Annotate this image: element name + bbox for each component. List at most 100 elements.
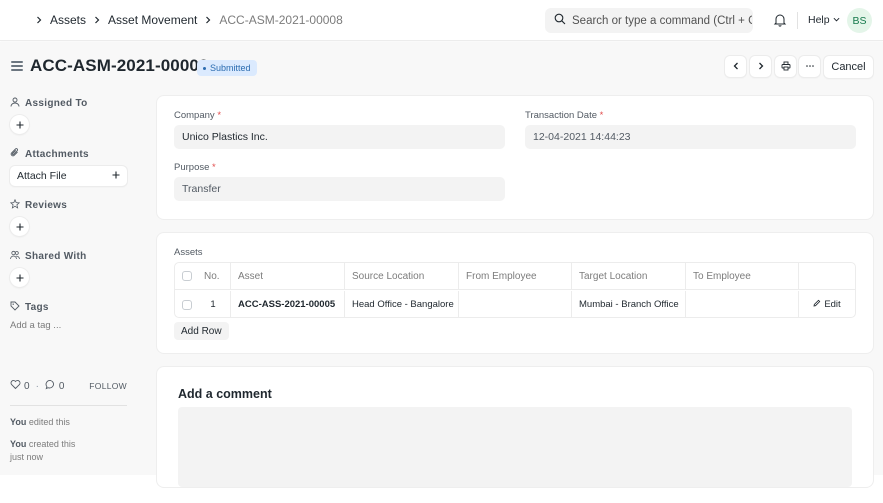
doc-stats: 0 · 0 FOLLOW <box>10 379 127 393</box>
chevron-right-icon <box>756 59 766 74</box>
next-doc-button[interactable] <box>750 56 771 77</box>
comments-count: 0 <box>58 380 65 392</box>
page-header: ACC-ASM-2021-00008 Submitted Cancel <box>0 42 883 92</box>
details-section: Company * Unico Plastics Inc. Transactio… <box>157 96 873 219</box>
asset-cell[interactable]: ACC-ASS-2021-00005 <box>231 291 345 317</box>
stats-separator: · <box>35 380 39 392</box>
bell-icon[interactable] <box>773 13 787 27</box>
status-dot <box>203 66 206 70</box>
likes-count: 0 <box>24 380 30 392</box>
status-badge: Submitted <box>197 60 257 76</box>
plus-icon <box>16 270 24 285</box>
purpose-field[interactable]: Transfer <box>174 177 505 201</box>
search-bar[interactable] <box>545 8 753 33</box>
search-icon <box>554 13 566 28</box>
plus-icon <box>16 219 24 234</box>
chevron-right-icon <box>204 16 212 24</box>
table-row[interactable]: 1 ACC-ASS-2021-00005 Head Office - Banga… <box>175 291 855 317</box>
breadcrumb-asset-movement[interactable]: Asset Movement <box>108 13 197 27</box>
attach-file-label: Attach File <box>17 170 67 182</box>
to-employee-cell[interactable] <box>686 291 799 317</box>
breadcrumb-assets[interactable]: Assets <box>50 13 86 27</box>
edit-row-button[interactable]: Edit <box>813 299 841 310</box>
company-label: Company * <box>174 110 222 121</box>
search-input[interactable] <box>572 14 752 27</box>
from-employee-cell[interactable] <box>459 291 572 317</box>
more-actions-button[interactable] <box>799 56 820 77</box>
source-location-cell[interactable]: Head Office - Bangalore <box>345 291 459 317</box>
select-all-checkbox[interactable] <box>182 271 192 281</box>
header-cell-actions <box>799 263 855 289</box>
chevron-left-icon <box>731 59 741 74</box>
required-marker: * <box>217 110 222 121</box>
heart-icon[interactable] <box>10 379 24 393</box>
required-marker: * <box>599 110 604 121</box>
activity-text: edited this <box>26 417 70 427</box>
transaction-date-label: Transaction Date * <box>525 110 604 121</box>
nav-divider <box>797 12 798 29</box>
add-assignee-button[interactable] <box>10 115 29 134</box>
print-button[interactable] <box>775 56 796 77</box>
add-review-button[interactable] <box>10 217 29 236</box>
sidebar-divider <box>10 405 127 406</box>
follow-button[interactable]: FOLLOW <box>89 381 127 391</box>
breadcrumb-current[interactable]: ACC-ASM-2021-00008 <box>219 13 342 27</box>
header-cell-no: No. <box>175 263 231 289</box>
target-location-cell[interactable]: Mumbai - Branch Office <box>572 291 686 317</box>
page-content: ACC-ASM-2021-00008 Submitted Cancel Assi… <box>0 42 883 487</box>
reviews-label: Reviews <box>9 198 67 212</box>
assets-table: No. Asset Source Location From Employee … <box>174 262 856 318</box>
assigned-to-label: Assigned To <box>10 97 88 110</box>
page-title: ACC-ASM-2021-00008 <box>30 56 209 75</box>
more-horizontal-icon <box>805 59 815 74</box>
comment-input[interactable] <box>178 407 852 487</box>
star-icon <box>9 198 25 212</box>
add-share-button[interactable] <box>10 268 29 287</box>
row-no-cell: 1 <box>175 291 231 317</box>
header-cell-source-location: Source Location <box>345 263 459 289</box>
plus-icon <box>112 170 120 182</box>
tag-icon <box>10 301 25 314</box>
activity-text: created this <box>26 439 76 449</box>
activity-time: just now <box>10 452 44 462</box>
assets-section: Assets No. Asset Source Location From Em… <box>157 233 873 353</box>
shared-with-label: Shared With <box>10 250 87 263</box>
activity-item: You created this just now <box>10 438 75 464</box>
comment-icon[interactable] <box>45 379 59 393</box>
add-row-button[interactable]: Add Row <box>174 322 229 340</box>
chevron-right-icon <box>35 16 43 24</box>
add-tag-link[interactable]: Add a tag ... <box>10 320 61 331</box>
pencil-icon <box>813 299 821 310</box>
table-header-row: No. Asset Source Location From Employee … <box>175 263 855 290</box>
help-dropdown[interactable]: Help <box>808 14 840 26</box>
chevron-right-icon <box>93 16 101 24</box>
tags-label: Tags <box>10 301 49 314</box>
chevron-down-icon <box>833 14 840 26</box>
header-cell-from-employee: From Employee <box>459 263 572 289</box>
avatar[interactable]: BS <box>847 8 872 33</box>
help-label: Help <box>808 14 830 26</box>
assets-table-label: Assets <box>174 247 203 258</box>
required-marker: * <box>212 162 216 173</box>
user-icon <box>10 97 25 110</box>
activity-actor: You <box>10 439 27 449</box>
users-icon <box>10 250 25 263</box>
comment-section: Add a comment <box>157 367 873 487</box>
status-text: Submitted <box>210 63 251 73</box>
header-cell-asset: Asset <box>231 263 345 289</box>
previous-doc-button[interactable] <box>725 56 746 77</box>
company-field[interactable]: Unico Plastics Inc. <box>174 125 505 149</box>
cancel-button[interactable]: Cancel <box>824 56 873 78</box>
row-checkbox[interactable] <box>182 299 192 310</box>
breadcrumb: Assets Asset Movement ACC-ASM-2021-00008 <box>35 13 350 27</box>
edit-cell: Edit <box>799 291 855 317</box>
hamburger-menu-icon[interactable] <box>11 61 23 71</box>
activity-actor: You <box>10 417 27 427</box>
navbar: Assets Asset Movement ACC-ASM-2021-00008… <box>0 0 883 41</box>
paperclip-icon <box>10 148 25 161</box>
attach-file-button[interactable]: Attach File <box>10 166 127 186</box>
add-comment-heading: Add a comment <box>178 387 272 401</box>
transaction-date-field[interactable]: 12-04-2021 14:44:23 <box>525 125 856 149</box>
header-cell-to-employee: To Employee <box>686 263 799 289</box>
activity-item: You edited this <box>10 416 70 429</box>
